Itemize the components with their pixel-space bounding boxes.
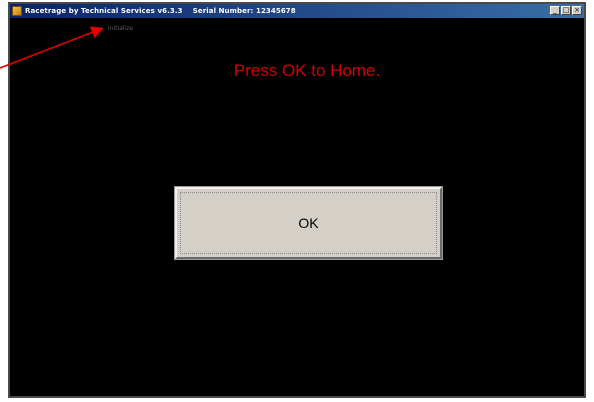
app-window: Racetrage by Technical Services v6.3.3 S… [8,2,586,398]
window-title: Racetrage by Technical Services v6.3.3 S… [25,7,296,15]
app-icon [12,6,22,16]
home-prompt: Press OK to Home. [233,61,381,80]
ok-button[interactable]: OK [174,186,443,260]
window-controls: _ □ × [550,6,582,15]
maximize-button[interactable]: □ [561,6,571,15]
minimize-button[interactable]: _ [550,6,560,15]
title-bar[interactable]: Racetrage by Technical Services v6.3.3 S… [10,4,584,18]
status-text: Initialize [108,25,134,32]
screenshot-stage: Racetrage by Technical Services v6.3.3 S… [0,0,594,402]
ok-button-label: OK [298,215,319,231]
close-button[interactable]: × [572,6,582,15]
